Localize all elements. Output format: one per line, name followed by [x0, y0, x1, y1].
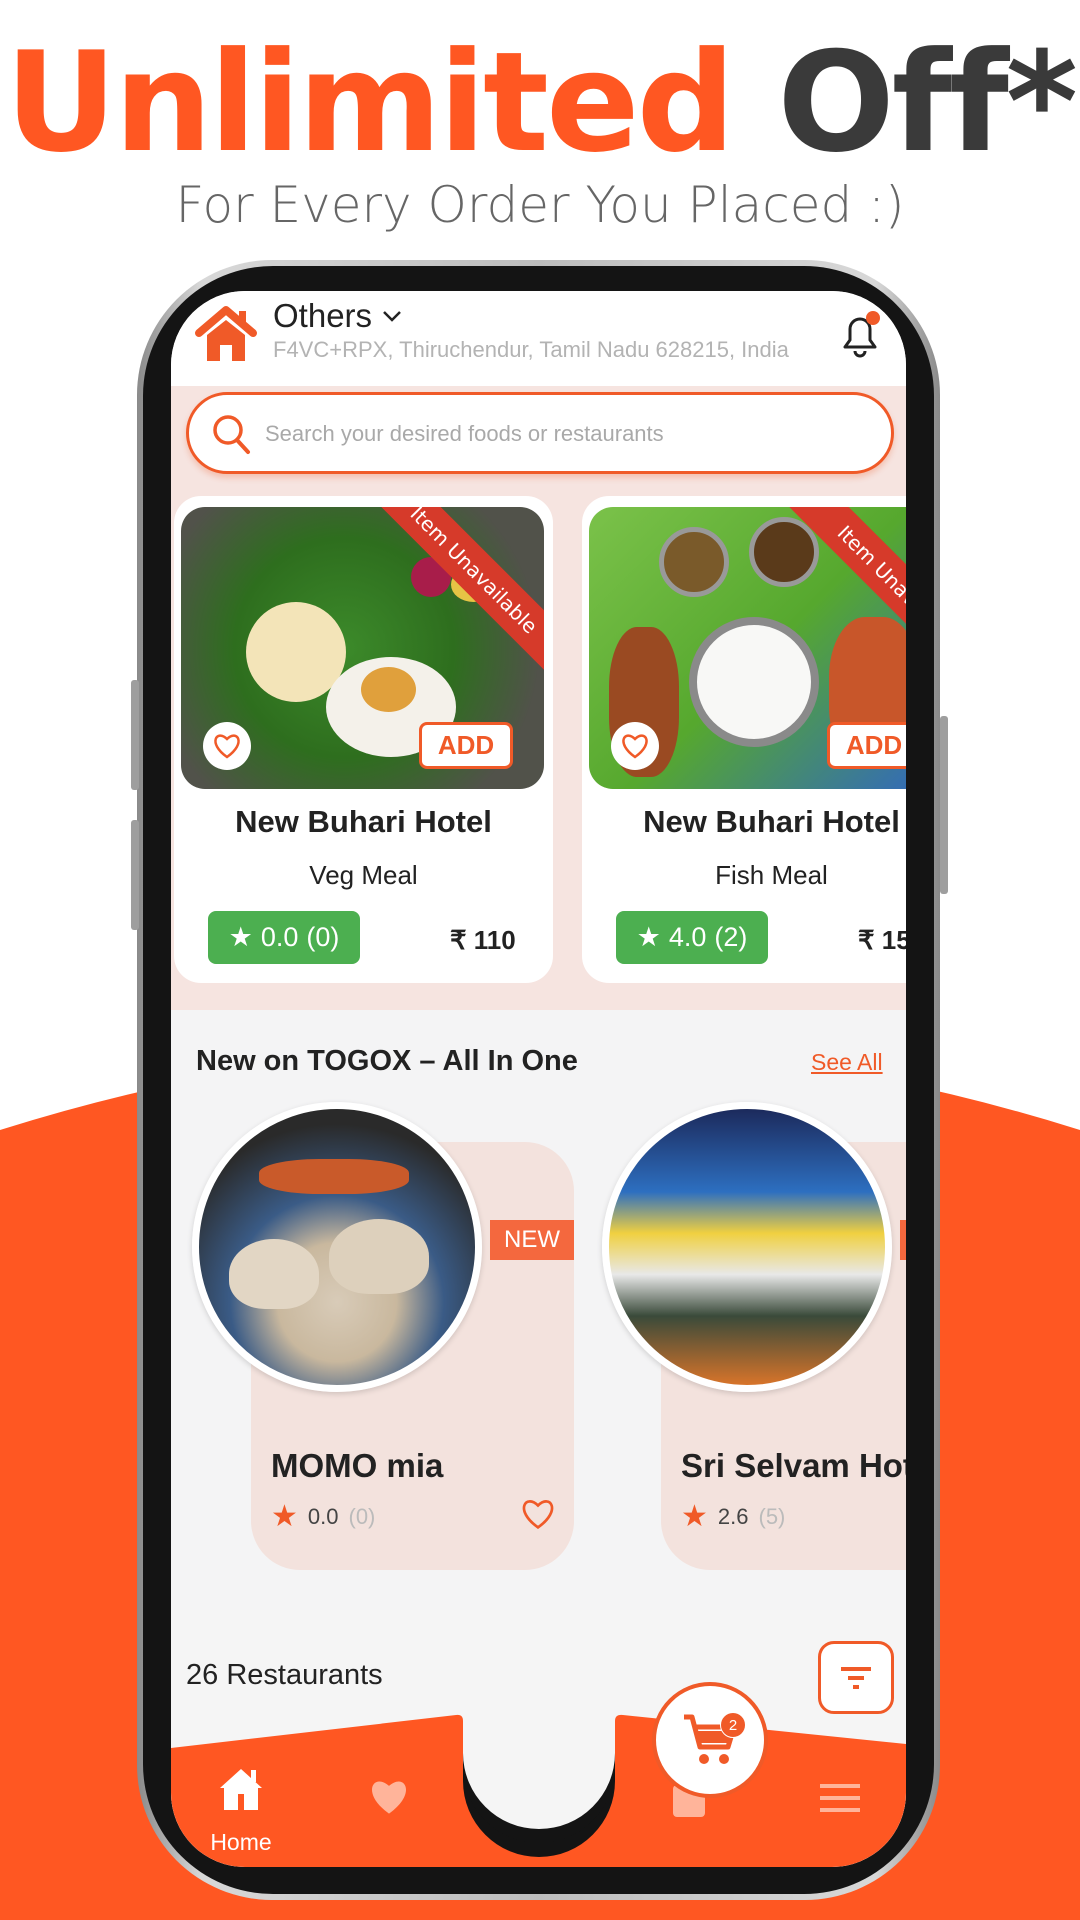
- cart-count-badge: 2: [720, 1712, 746, 1738]
- bell-icon[interactable]: [837, 309, 883, 359]
- nav-home-label[interactable]: Home: [201, 1829, 281, 1856]
- location-header[interactable]: Others F4VC+RPX, Thiruchendur, Tamil Nad…: [171, 291, 906, 386]
- rating-badge: ★ 4.0 (2): [616, 911, 768, 964]
- star-icon: ★: [681, 1500, 708, 1533]
- favorite-button[interactable]: [203, 722, 251, 770]
- rating-badge: ★ 0.0 (0): [208, 911, 360, 964]
- home-icon[interactable]: [218, 1766, 264, 1812]
- food-card[interactable]: Item Unava ADD New Buhari Hotel Fish Mea…: [582, 496, 906, 983]
- phone-side-button: [940, 716, 948, 894]
- heart-icon[interactable]: [521, 1498, 555, 1530]
- menu-icon[interactable]: [820, 1784, 860, 1812]
- price: ₹ 110: [450, 925, 516, 955]
- heart-icon[interactable]: [369, 1779, 409, 1815]
- price: ₹ 15: [858, 925, 906, 955]
- home-icon: [195, 306, 257, 361]
- restaurant-image: [602, 1102, 892, 1392]
- item-name: Veg Meal: [309, 860, 418, 890]
- restaurant-name: New Buhari Hotel: [235, 804, 492, 839]
- favorite-button[interactable]: [611, 722, 659, 770]
- heart-icon: [622, 734, 648, 759]
- phone-side-button: [131, 820, 139, 930]
- phone-side-button: [131, 680, 139, 790]
- add-button[interactable]: ADD: [419, 722, 513, 769]
- food-image: Item Unava ADD: [589, 507, 906, 789]
- see-all-link[interactable]: See All: [811, 1049, 906, 1076]
- food-image: Item Unavailable ADD: [181, 507, 544, 789]
- filter-icon: [841, 1666, 871, 1689]
- restaurant-name: MOMO mia: [271, 1447, 444, 1484]
- promo-subtitle: For Every Order You Placed :): [175, 176, 905, 234]
- item-name: Fish Meal: [715, 860, 828, 890]
- restaurant-name: New Buhari Hotel: [643, 804, 900, 839]
- new-badge: [900, 1220, 906, 1260]
- star-icon: ★: [636, 922, 661, 952]
- address-text: F4VC+RPX, Thiruchendur, Tamil Nadu 62821…: [273, 337, 789, 362]
- new-badge: NEW: [490, 1220, 574, 1260]
- section-title: New on TOGOX – All In One: [196, 1045, 578, 1077]
- promo-headline: Unlimited Off*: [5, 22, 1078, 183]
- location-selector[interactable]: Others: [273, 297, 402, 335]
- add-button[interactable]: ADD: [827, 722, 906, 769]
- search-icon: [213, 415, 250, 454]
- star-icon: ★: [271, 1500, 298, 1533]
- bottom-nav: [171, 1714, 906, 1867]
- restaurant-rating: ★ 2.6 (5): [681, 1500, 786, 1533]
- search-placeholder: Search your desired foods or restaurants: [265, 421, 664, 446]
- restaurant-image: [192, 1102, 482, 1392]
- food-card[interactable]: Item Unavailable ADD New Buhari Hotel Ve…: [174, 496, 553, 983]
- app-screen: Others F4VC+RPX, Thiruchendur, Tamil Nad…: [171, 291, 906, 1867]
- restaurant-rating: ★ 0.0 (0): [271, 1500, 376, 1533]
- search-input[interactable]: Search your desired foods or restaurants: [186, 392, 894, 474]
- restaurant-name: Sri Selvam Hot: [681, 1447, 906, 1484]
- heart-icon: [214, 734, 240, 759]
- star-icon: ★: [228, 922, 253, 952]
- cart-button[interactable]: [652, 1682, 768, 1798]
- restaurants-count: 26 Restaurants: [186, 1659, 383, 1691]
- chevron-down-icon: [383, 311, 401, 322]
